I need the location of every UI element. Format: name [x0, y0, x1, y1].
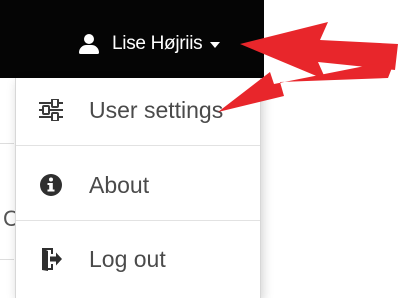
menu-item-label: About — [89, 172, 150, 198]
menu-divider — [16, 145, 260, 146]
background-divider — [0, 143, 14, 144]
caret-down-icon — [210, 42, 221, 48]
menu-item-label: User settings — [89, 97, 224, 123]
user-menu-toggle[interactable]: Lise Højriis — [78, 30, 221, 58]
sign-out-icon — [38, 246, 64, 272]
menu-item-label: Log out — [89, 246, 166, 272]
menu-divider — [16, 220, 260, 221]
background-divider — [0, 259, 14, 260]
menu-item-log-out[interactable]: Log out — [16, 223, 260, 295]
sliders-icon — [38, 97, 64, 123]
top-navbar: Lise Højriis — [0, 0, 264, 78]
menu-item-about[interactable]: About — [16, 149, 260, 221]
user-dropdown-menu: User settings About Log out — [15, 78, 261, 298]
user-name: Lise Højriis — [112, 33, 203, 54]
menu-item-user-settings[interactable]: User settings — [16, 74, 260, 146]
info-circle-icon — [38, 172, 64, 198]
user-icon — [78, 34, 100, 54]
